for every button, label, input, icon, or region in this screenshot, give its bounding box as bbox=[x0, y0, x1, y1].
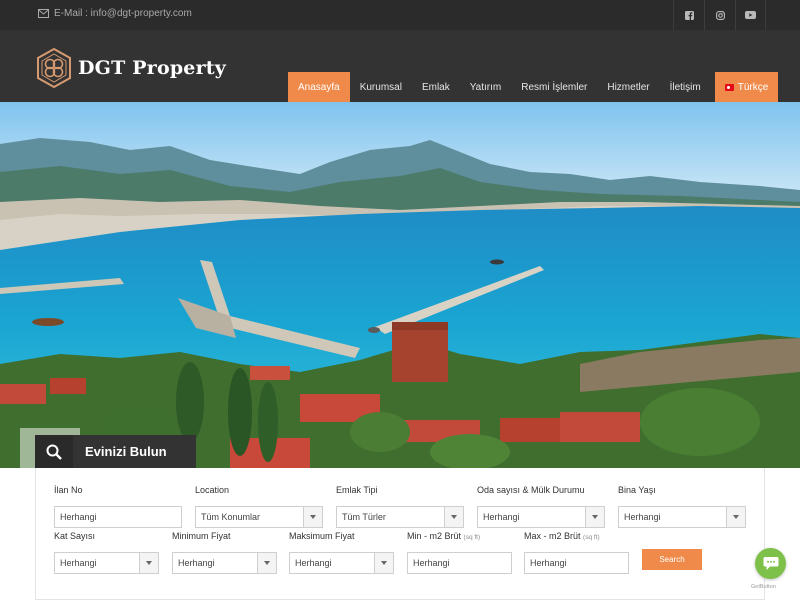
nav-item-anasayfa[interactable]: Anasayfa bbox=[288, 72, 350, 102]
field-location: Location Tüm Konumlar bbox=[195, 485, 323, 528]
field-kat-sayisi: Kat Sayısı Herhangi bbox=[54, 531, 159, 574]
field-label: Maksimum Fiyat bbox=[289, 531, 355, 541]
chevron-down-icon bbox=[585, 507, 604, 527]
select-value: Herhangi bbox=[624, 512, 661, 522]
field-max-m2: Max - m2 Brüt (sq ft) Herhangi bbox=[524, 531, 629, 574]
select-value: Tüm Türler bbox=[342, 512, 386, 522]
chevron-down-icon bbox=[139, 553, 158, 573]
turkey-flag-icon bbox=[724, 83, 734, 91]
select-value: Herhangi bbox=[178, 558, 215, 568]
min-m2-input[interactable]: Herhangi bbox=[407, 552, 512, 574]
emlak-tipi-select[interactable]: Tüm Türler bbox=[336, 506, 464, 528]
main-nav: Anasayfa Kurumsal Emlak Yatırım Resmi İş… bbox=[288, 72, 779, 102]
field-label: Minimum Fiyat bbox=[172, 531, 231, 541]
site-logo[interactable]: DGT Property bbox=[36, 48, 226, 88]
field-label: Location bbox=[195, 485, 230, 495]
nav-item-resmi-islemler[interactable]: Resmi İşlemler bbox=[511, 72, 597, 102]
search-icon-box bbox=[35, 435, 73, 468]
nav-item-iletisim[interactable]: İletişim bbox=[660, 72, 711, 102]
chevron-down-icon bbox=[444, 507, 463, 527]
nav-item-kurumsal[interactable]: Kurumsal bbox=[350, 72, 412, 102]
field-label: Oda sayısı & Mülk Durumu bbox=[477, 485, 585, 495]
chevron-down-icon bbox=[257, 553, 276, 573]
brand-name: DGT Property bbox=[78, 57, 227, 79]
language-label: Türkçe bbox=[737, 81, 769, 93]
language-selector[interactable]: Türkçe bbox=[714, 72, 779, 102]
field-bina-yasi: Bina Yaşı Herhangi bbox=[618, 485, 746, 528]
field-maksimum-fiyat: Maksimum Fiyat Herhangi bbox=[289, 531, 394, 574]
search-icon bbox=[46, 444, 62, 460]
email-contact[interactable]: E-Mail : info@dgt-property.com bbox=[38, 8, 192, 19]
social-links bbox=[673, 0, 766, 30]
select-value: Herhangi bbox=[60, 558, 97, 568]
facebook-icon[interactable] bbox=[673, 0, 704, 30]
field-minimum-fiyat: Minimum Fiyat Herhangi bbox=[172, 531, 277, 574]
field-label: Emlak Tipi bbox=[336, 485, 378, 495]
select-value: Herhangi bbox=[295, 558, 332, 568]
nav-item-emlak[interactable]: Emlak bbox=[412, 72, 460, 102]
field-ilan-no: İlan No Herhangi bbox=[54, 485, 182, 528]
search-title: Evinizi Bulun bbox=[85, 444, 167, 459]
getbutton-credit[interactable]: GetButton bbox=[751, 584, 776, 590]
field-label: Min - m2 Brüt (sq ft) bbox=[407, 531, 512, 543]
oda-sayisi-select[interactable]: Herhangi bbox=[477, 506, 605, 528]
field-min-m2: Min - m2 Brüt (sq ft) Herhangi bbox=[407, 531, 512, 574]
ilan-no-input[interactable]: Herhangi bbox=[54, 506, 182, 528]
envelope-icon bbox=[38, 9, 49, 18]
chat-bubble-icon bbox=[763, 557, 778, 570]
chevron-down-icon bbox=[374, 553, 393, 573]
select-value: Herhangi bbox=[483, 512, 520, 522]
field-label: Kat Sayısı bbox=[54, 531, 96, 541]
instagram-icon[interactable] bbox=[704, 0, 735, 30]
hero-image bbox=[0, 102, 800, 468]
chevron-down-icon bbox=[303, 507, 322, 527]
chat-widget-button[interactable] bbox=[755, 548, 786, 579]
location-select[interactable]: Tüm Konumlar bbox=[195, 506, 323, 528]
email-text: E-Mail : info@dgt-property.com bbox=[54, 8, 192, 19]
field-emlak-tipi: Emlak Tipi Tüm Türler bbox=[336, 485, 464, 528]
field-label-text: Min - m2 Brüt bbox=[407, 531, 462, 541]
logo-emblem-icon bbox=[37, 48, 71, 88]
site-header: DGT Property Anasayfa Kurumsal Emlak Yat… bbox=[0, 30, 800, 102]
youtube-icon[interactable] bbox=[735, 0, 766, 30]
hero-landscape bbox=[0, 102, 800, 468]
field-label: Bina Yaşı bbox=[618, 485, 656, 495]
search-title-tab: Evinizi Bulun bbox=[35, 435, 196, 468]
nav-item-hizmetler[interactable]: Hizmetler bbox=[597, 72, 659, 102]
bina-yasi-select[interactable]: Herhangi bbox=[618, 506, 746, 528]
search-button[interactable]: Search bbox=[642, 549, 702, 570]
kat-sayisi-select[interactable]: Herhangi bbox=[54, 552, 159, 574]
minimum-fiyat-select[interactable]: Herhangi bbox=[172, 552, 277, 574]
max-m2-input[interactable]: Herhangi bbox=[524, 552, 629, 574]
field-oda-sayisi: Oda sayısı & Mülk Durumu Herhangi bbox=[477, 485, 605, 528]
chevron-down-icon bbox=[726, 507, 745, 527]
unit-label: (sq ft) bbox=[463, 534, 481, 541]
field-label: Max - m2 Brüt (sq ft) bbox=[524, 531, 629, 543]
field-label-text: Max - m2 Brüt bbox=[524, 531, 581, 541]
nav-item-yatirim[interactable]: Yatırım bbox=[460, 72, 511, 102]
select-value: Tüm Konumlar bbox=[201, 512, 261, 522]
maksimum-fiyat-select[interactable]: Herhangi bbox=[289, 552, 394, 574]
top-bar: E-Mail : info@dgt-property.com bbox=[0, 0, 800, 30]
unit-label: (sq ft) bbox=[583, 534, 600, 541]
field-label: İlan No bbox=[54, 485, 83, 495]
